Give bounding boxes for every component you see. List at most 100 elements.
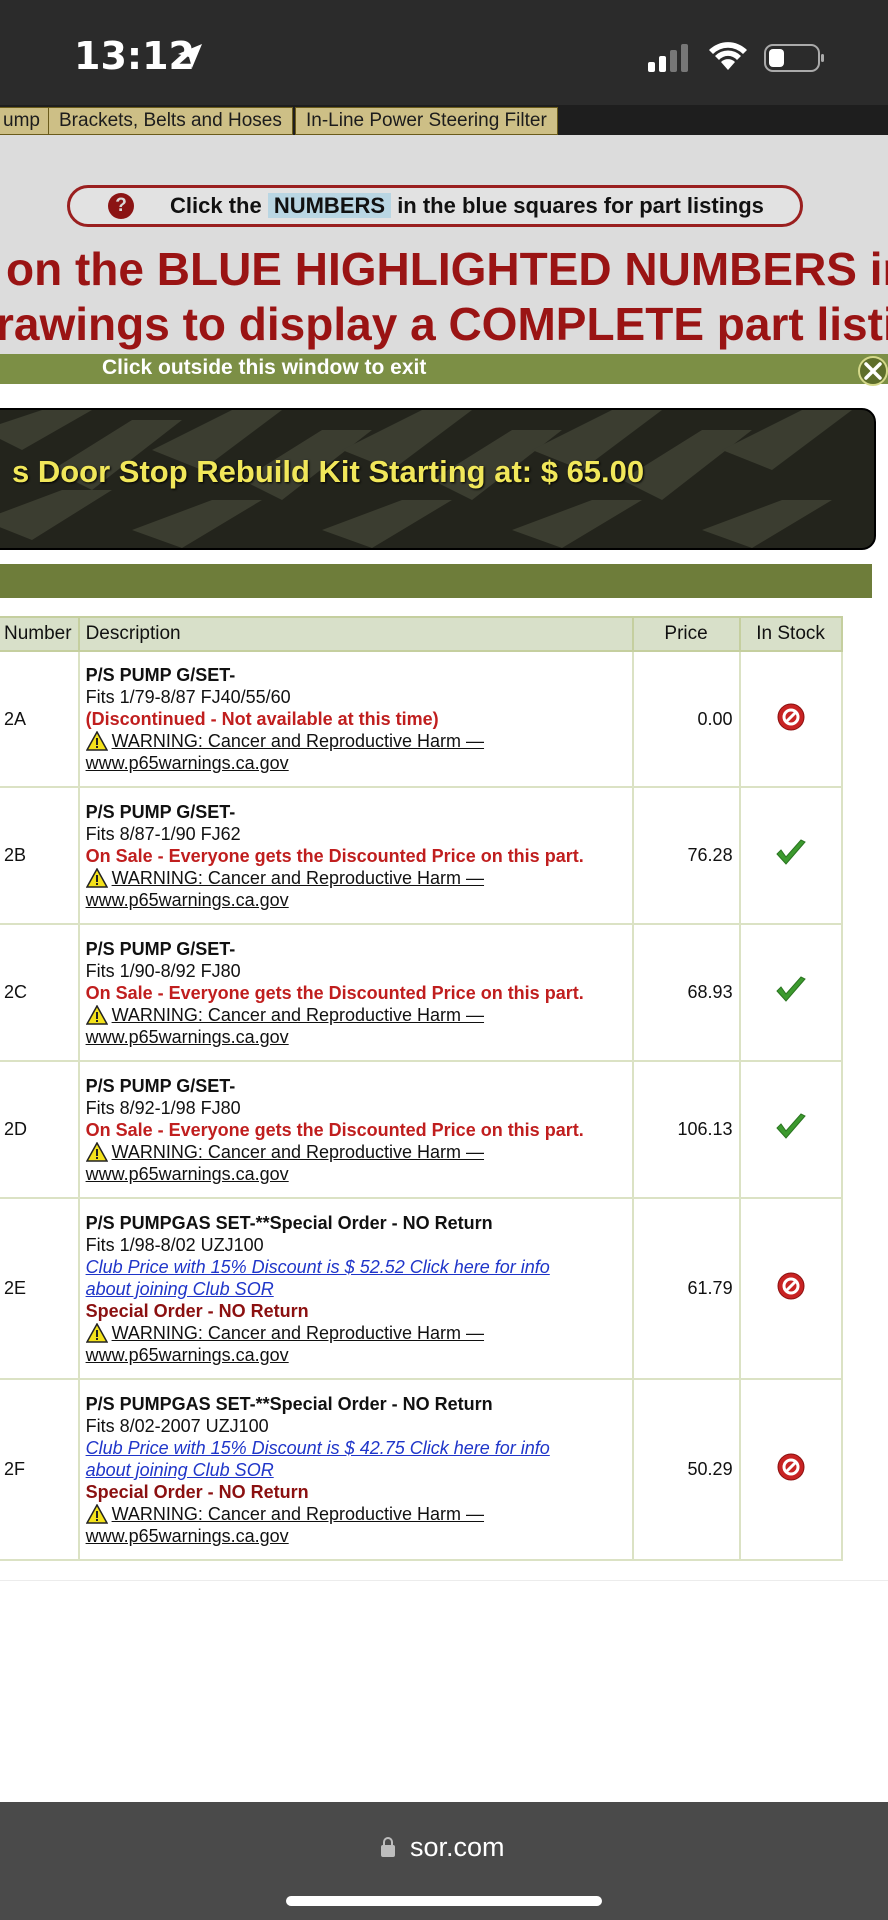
in-stock-check-icon (775, 1113, 806, 1139)
out-of-stock-icon (777, 703, 805, 730)
part-fits: Fits 1/98-8/02 UZJ100 (85, 1234, 264, 1255)
hint-text: Click the NUMBERS in the blue squares fo… (170, 193, 764, 218)
club-join-link[interactable]: about joining Club SOR (86, 1278, 626, 1300)
part-number[interactable]: 2B (0, 786, 80, 925)
warning-url[interactable]: www.p65warnings.ca.gov (86, 1344, 626, 1366)
warning-triangle-icon (85, 731, 108, 751)
part-price: 68.93 (631, 923, 741, 1062)
warning-link[interactable]: WARNING: Cancer and Reproductive Harm — (112, 1503, 484, 1525)
in-stock-check-icon (775, 976, 806, 1002)
table-header-row: Number Description Price In Stock (0, 616, 843, 652)
warning-url[interactable]: www.p65warnings.ca.gov (86, 889, 626, 911)
help-icon: ? (108, 193, 134, 219)
warning-triangle-icon (85, 1322, 108, 1343)
part-number[interactable]: 2A (0, 650, 80, 788)
table-row: 2E P/S PUMPGAS SET-**Special Order - NO … (0, 1197, 843, 1380)
part-price: 106.13 (631, 1060, 741, 1199)
close-icon[interactable] (858, 356, 888, 386)
part-sale-note: On Sale - Everyone gets the Discounted P… (85, 1119, 584, 1140)
special-order-note: Special Order - NO Return (85, 1300, 309, 1321)
lock-icon (381, 1837, 395, 1857)
parts-table: Number Description Price In Stock 2A P/S… (0, 616, 843, 1561)
part-description: P/S PUMP G/SET- Fits 8/92-1/98 FJ80 On S… (77, 1060, 634, 1199)
part-status-note: (Discontinued - Not available at this ti… (85, 709, 439, 729)
part-number[interactable]: 2E (0, 1197, 80, 1380)
warning-link[interactable]: WARNING: Cancer and Reproductive Harm — (112, 867, 484, 889)
part-name: P/S PUMP G/SET- (85, 801, 236, 822)
club-price-link[interactable]: Club Price with 15% Discount is $ 42.75 … (86, 1437, 626, 1459)
prop65-warning[interactable]: WARNING: Cancer and Reproductive Harm — (85, 1503, 626, 1525)
promo-banner[interactable]: s Door Stop Rebuild Kit Starting at: $ 6… (0, 408, 876, 550)
part-description: P/S PUMP G/SET- Fits 1/79-8/87 FJ40/55/6… (77, 650, 634, 788)
part-description: P/S PUMPGAS SET-**Special Order - NO Ret… (77, 1197, 634, 1380)
warning-url[interactable]: www.p65warnings.ca.gov (86, 752, 626, 774)
warning-url[interactable]: www.p65warnings.ca.gov (86, 1163, 626, 1185)
prop65-warning[interactable]: WARNING: Cancer and Reproductive Harm — (85, 867, 626, 889)
cellular-signal-icon (648, 44, 688, 72)
warning-link[interactable]: WARNING: Cancer and Reproductive Harm — (112, 1322, 484, 1344)
prop65-warning[interactable]: WARNING: Cancer and Reproductive Harm — (85, 1004, 626, 1026)
instruction-line-1: on the BLUE HIGHLIGHTED NUMBERS in (6, 243, 888, 295)
tab-strip: ump Brackets, Belts and Hoses In-Line Po… (0, 105, 888, 135)
part-sale-note: On Sale - Everyone gets the Discounted P… (85, 845, 584, 866)
warning-triangle-icon (85, 1503, 108, 1524)
header-in-stock: In Stock (738, 616, 843, 652)
home-indicator[interactable] (286, 1896, 602, 1906)
instruction-line-2: rawings to display a COMPLETE part listi (0, 298, 888, 350)
stock-status (738, 786, 843, 925)
part-price: 0.00 (631, 650, 741, 788)
warning-link[interactable]: WARNING: Cancer and Reproductive Harm — (112, 1004, 484, 1026)
section-header-bar (0, 564, 872, 598)
club-join-link[interactable]: about joining Club SOR (86, 1459, 626, 1481)
warning-triangle-icon (85, 1004, 108, 1025)
warning-link[interactable]: WARNING: Cancer and Reproductive Harm — (112, 1141, 484, 1163)
out-of-stock-icon (777, 1272, 805, 1300)
part-name: P/S PUMP G/SET- (85, 1075, 236, 1096)
stock-status (738, 1378, 843, 1561)
part-fits: Fits 1/90-8/92 FJ80 (85, 960, 241, 981)
part-price: 50.29 (631, 1378, 741, 1561)
tab-inline-ps-filter[interactable]: In-Line Power Steering Filter (295, 107, 558, 135)
location-arrow-icon (178, 44, 202, 68)
warning-triangle-icon (85, 867, 108, 888)
tab-brackets-belts-hoses[interactable]: Brackets, Belts and Hoses (48, 107, 293, 135)
tab-pump[interactable]: ump (0, 107, 51, 135)
table-row: 2F P/S PUMPGAS SET-**Special Order - NO … (0, 1378, 843, 1561)
warning-url[interactable]: www.p65warnings.ca.gov (86, 1026, 626, 1048)
battery-icon (764, 44, 824, 72)
prop65-warning[interactable]: WARNING: Cancer and Reproductive Harm — (85, 1141, 626, 1163)
club-price-link[interactable]: Club Price with 15% Discount is $ 52.52 … (86, 1256, 626, 1278)
part-name: P/S PUMPGAS SET-**Special Order - NO Ret… (85, 1393, 493, 1414)
warning-url[interactable]: www.p65warnings.ca.gov (86, 1525, 626, 1547)
part-description: P/S PUMPGAS SET-**Special Order - NO Ret… (77, 1378, 634, 1561)
part-number[interactable]: 2C (0, 923, 80, 1062)
status-bar: 13:12 (0, 0, 888, 105)
browser-address-bar[interactable]: sor.com (0, 1802, 888, 1920)
warning-link[interactable]: WARNING: Cancer and Reproductive Harm — (112, 730, 484, 752)
in-stock-check-icon (775, 839, 806, 865)
part-fits: Fits 8/92-1/98 FJ80 (85, 1097, 241, 1118)
header-price: Price (631, 616, 741, 652)
stock-status (738, 1060, 843, 1199)
warning-triangle-icon (85, 1141, 108, 1162)
header-number: Number (0, 616, 80, 652)
stock-status (738, 1197, 843, 1380)
background-page: ump Brackets, Belts and Hoses In-Line Po… (0, 105, 888, 354)
out-of-stock-icon (777, 1453, 805, 1481)
table-row: 2A P/S PUMP G/SET- Fits 1/79-8/87 FJ40/5… (0, 650, 843, 788)
part-name: P/S PUMP G/SET- (85, 938, 236, 959)
hint-banner: ? Click the NUMBERS in the blue squares … (67, 185, 803, 227)
part-description: P/S PUMP G/SET- Fits 1/90-8/92 FJ80 On S… (77, 923, 634, 1062)
special-order-note: Special Order - NO Return (85, 1481, 309, 1502)
url-text[interactable]: sor.com (410, 1832, 505, 1863)
header-description: Description (77, 616, 634, 652)
prop65-warning[interactable]: WARNING: Cancer and Reproductive Harm — (85, 730, 626, 752)
table-row: 2B P/S PUMP G/SET- Fits 8/87-1/90 FJ62 O… (0, 786, 843, 925)
part-name: P/S PUMPGAS SET-**Special Order - NO Ret… (85, 1212, 493, 1233)
part-name: P/S PUMP G/SET- (85, 665, 236, 685)
popup-bottom-edge (0, 1580, 888, 1581)
part-number[interactable]: 2F (0, 1378, 80, 1561)
part-number[interactable]: 2D (0, 1060, 80, 1199)
prop65-warning[interactable]: WARNING: Cancer and Reproductive Harm — (85, 1322, 626, 1344)
popup-exit-bar[interactable]: Click outside this window to exit (0, 354, 888, 386)
